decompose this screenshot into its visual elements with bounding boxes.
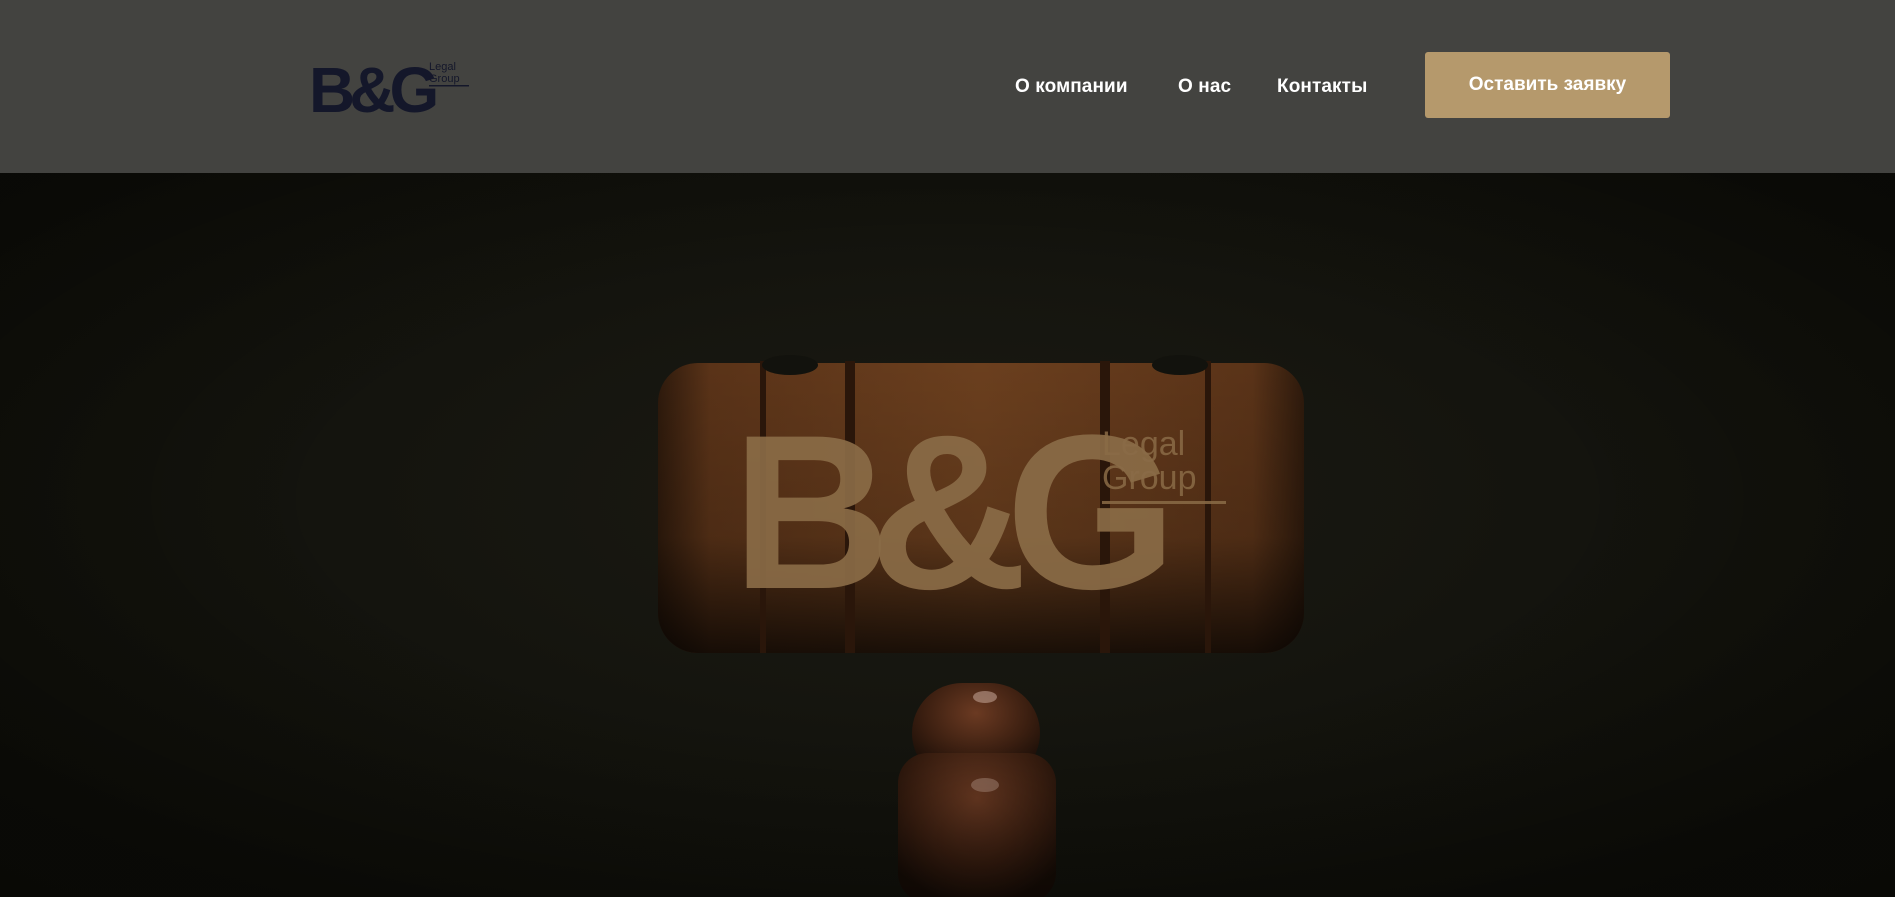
submit-request-button[interactable]: Оставить заявку xyxy=(1425,52,1670,118)
nav-item-about-us[interactable]: О нас xyxy=(1178,76,1231,98)
page: B&G Legal Group О компании О нас Контакт… xyxy=(0,0,1895,897)
hero-logo-underline xyxy=(1102,501,1226,504)
nav-item-contacts[interactable]: Контакты xyxy=(1277,76,1367,98)
hero-logo-mark: B&G xyxy=(732,389,1164,635)
hero-logo-legal: Legal xyxy=(1102,425,1185,463)
hero-logo-group: Group xyxy=(1102,459,1197,497)
site-header: B&G Legal Group О компании О нас Контакт… xyxy=(0,0,1895,173)
hero-logo: B&G Legal Group xyxy=(732,389,1226,635)
hero-background-image: B&G Legal Group xyxy=(0,173,1895,897)
hero-section: B&G Legal Group xyxy=(0,173,1895,897)
nav-item-about-company[interactable]: О компании xyxy=(1015,76,1128,98)
